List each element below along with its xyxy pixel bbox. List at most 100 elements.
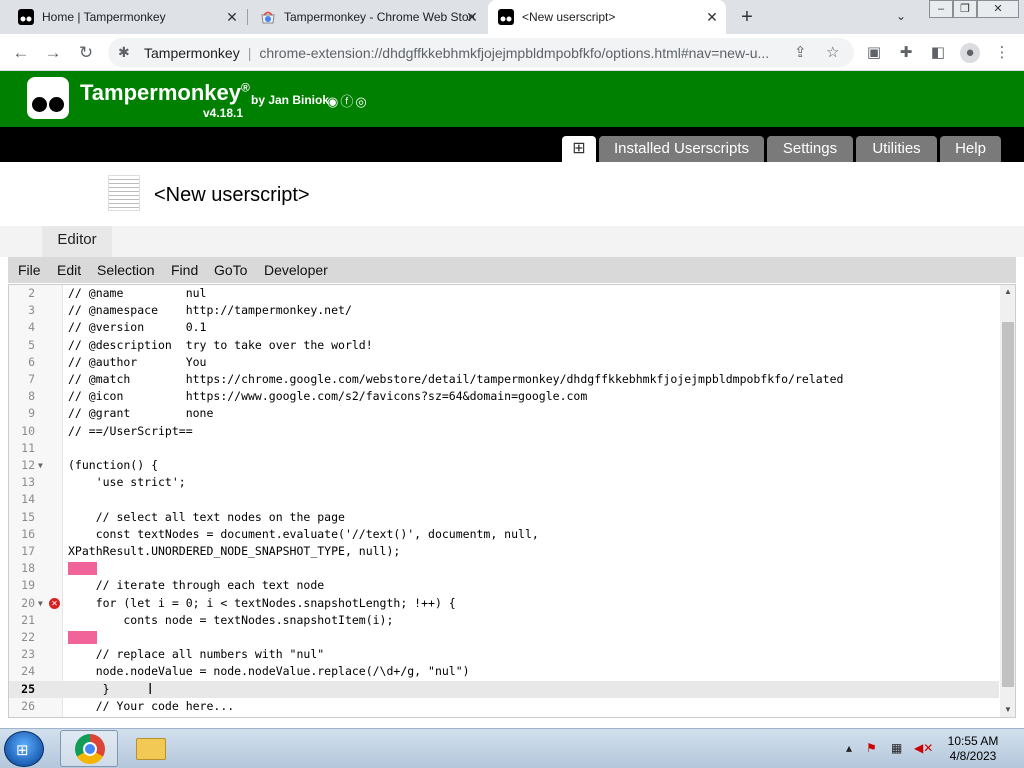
tab-title: <New userscript> bbox=[522, 10, 616, 24]
tampermonkey-nav: ⊞ Installed Userscripts Settings Utiliti… bbox=[0, 127, 1024, 162]
editor-scrollbar[interactable]: ▲ ▼ bbox=[1000, 285, 1015, 717]
code-line[interactable]: 16 const textNodes = document.evaluate('… bbox=[9, 526, 999, 543]
code-text: // @match https://chrome.google.com/webs… bbox=[68, 372, 844, 386]
scroll-up-arrow-icon[interactable]: ▲ bbox=[1000, 285, 1015, 299]
tab-settings[interactable]: Settings bbox=[767, 136, 853, 162]
code-text: 'use strict'; bbox=[68, 475, 186, 490]
tab-search-chevron-icon[interactable]: ⌄ bbox=[896, 9, 906, 23]
bookmark-star-icon[interactable]: ☆ bbox=[826, 43, 839, 61]
side-panel-icon[interactable]: ◧ bbox=[928, 43, 948, 63]
code-line[interactable]: 13 'use strict'; bbox=[9, 474, 999, 491]
code-line[interactable]: 19 // iterate through each text node bbox=[9, 577, 999, 594]
share-icon[interactable]: ⇪ bbox=[794, 43, 807, 61]
profile-avatar-icon[interactable]: ● bbox=[960, 43, 980, 63]
close-tab-icon[interactable]: ✕ bbox=[704, 9, 720, 25]
code-line[interactable]: 21 conts node = textNodes.snapshotItem(i… bbox=[9, 612, 999, 629]
taskbar-explorer[interactable] bbox=[122, 730, 180, 767]
line-number: 6 bbox=[28, 354, 35, 369]
author-credit: by Jan Biniok bbox=[251, 93, 330, 107]
url-text[interactable]: chrome-extension://dhdgffkkebhmkfjojejmp… bbox=[259, 45, 799, 61]
code-text: // @grant none bbox=[68, 406, 214, 421]
line-number: 15 bbox=[21, 509, 35, 524]
code-line[interactable]: 14 bbox=[9, 491, 999, 508]
code-line[interactable]: 11 bbox=[9, 440, 999, 457]
tampermonkey-extension-icon[interactable]: ▣ bbox=[864, 43, 884, 63]
menu-goto[interactable]: GoTo bbox=[214, 262, 247, 278]
code-text: // select all text nodes on the page bbox=[68, 509, 345, 524]
browser-tab-webstore[interactable]: Tampermonkey - Chrome Web Store ✕ bbox=[250, 0, 486, 34]
code-text: XPathResult.UNORDERED_NODE_SNAPSHOT_TYPE… bbox=[68, 544, 401, 558]
close-tab-icon[interactable]: ✕ bbox=[464, 9, 480, 25]
code-line[interactable]: 22 bbox=[9, 629, 999, 646]
fold-arrow-icon[interactable]: ▼ bbox=[38, 595, 43, 612]
code-line[interactable]: 17 XPathResult.UNORDERED_NODE_SNAPSHOT_TY… bbox=[9, 543, 999, 560]
scroll-down-arrow-icon[interactable]: ▼ bbox=[1000, 703, 1015, 717]
menu-file[interactable]: File bbox=[18, 262, 41, 278]
back-arrow-icon[interactable]: ← bbox=[10, 42, 32, 64]
code-line[interactable]: 2 // @name nul bbox=[9, 285, 999, 302]
menu-selection[interactable]: Selection bbox=[97, 262, 155, 278]
tab-utilities[interactable]: Utilities bbox=[856, 136, 937, 162]
code-line[interactable]: 15 // select all text nodes on the page bbox=[9, 509, 999, 526]
new-tab-button[interactable]: + bbox=[736, 7, 758, 29]
close-tab-icon[interactable]: ✕ bbox=[224, 9, 240, 25]
facebook-icon[interactable]: ⓕ bbox=[340, 94, 355, 109]
code-line[interactable]: 26 // Your code here... bbox=[9, 698, 999, 715]
code-line[interactable]: 18 bbox=[9, 560, 999, 577]
close-window-button[interactable]: ✕ bbox=[977, 0, 1019, 18]
scrollbar-thumb[interactable] bbox=[1002, 322, 1014, 687]
network-icon[interactable]: ▦ bbox=[891, 741, 902, 755]
line-number: 5 bbox=[28, 337, 35, 352]
forward-arrow-icon[interactable]: → bbox=[42, 42, 64, 64]
code-line[interactable]: 7 // @match https://chrome.google.com/web… bbox=[9, 371, 999, 388]
code-line[interactable]: 23 // replace all numbers with "nul" bbox=[9, 646, 999, 663]
code-line[interactable]: 20 ▼ ✕ for (let i = 0; i < textNodes.snaps… bbox=[9, 595, 999, 612]
extensions-puzzle-icon[interactable]: ✚ bbox=[896, 43, 916, 63]
code-line[interactable]: 4 // @version 0.1 bbox=[9, 319, 999, 336]
maximize-button[interactable]: ❐ bbox=[953, 0, 977, 18]
code-text: for (let i = 0; i < textNodes.snapshotLe… bbox=[68, 595, 456, 610]
code-line[interactable]: 8 // @icon https://www.google.com/s2/favi… bbox=[9, 388, 999, 405]
minimize-button[interactable]: ‒ bbox=[929, 0, 953, 18]
new-script-tab[interactable]: ⊞ bbox=[562, 136, 596, 162]
tab-title: Tampermonkey - Chrome Web Store bbox=[284, 10, 474, 24]
browser-tab-home[interactable]: Home | Tampermonkey ✕ bbox=[8, 0, 246, 34]
menu-developer[interactable]: Developer bbox=[264, 262, 328, 278]
code-line[interactable]: 25 } bbox=[9, 680, 999, 698]
system-clock[interactable]: 10:55 AM 4/8/2023 bbox=[940, 734, 1006, 764]
fold-arrow-icon[interactable]: ▼ bbox=[38, 457, 43, 474]
browser-tab-new-userscript[interactable]: <New userscript> ✕ bbox=[488, 0, 726, 34]
address-bar[interactable]: ✱ Tampermonkey | chrome-extension://dhdg… bbox=[108, 38, 854, 67]
code-editor[interactable]: 2 // @name nul 3 // @namespace http://tampe… bbox=[8, 284, 1016, 718]
clock-time: 10:55 AM bbox=[947, 734, 999, 748]
show-hidden-icon[interactable]: ▴ bbox=[846, 741, 852, 755]
menu-edit[interactable]: Edit bbox=[57, 262, 81, 278]
trailing-whitespace-highlight bbox=[68, 631, 97, 644]
version-label: v4.18.1 bbox=[203, 106, 244, 120]
chrome-menu-icon[interactable]: ⋮ bbox=[992, 43, 1012, 63]
tab-editor[interactable]: Editor bbox=[42, 226, 112, 257]
instagram-icon[interactable]: ◎ bbox=[355, 94, 368, 109]
code-line[interactable]: 6 // @author You bbox=[9, 354, 999, 371]
volume-muted-icon[interactable]: ◀✕ bbox=[914, 741, 933, 755]
code-line[interactable]: 12 ▼ (function() { bbox=[9, 457, 999, 474]
error-marker-icon[interactable]: ✕ bbox=[49, 597, 60, 609]
code-line[interactable]: 24 node.nodeValue = node.nodeValue.repla… bbox=[9, 663, 999, 680]
code-line[interactable]: 5 // @description try to take over the wo… bbox=[9, 337, 999, 354]
taskbar-chrome[interactable] bbox=[60, 730, 118, 767]
menu-find[interactable]: Find bbox=[171, 262, 198, 278]
code-line[interactable]: 10 // ==/UserScript== bbox=[9, 423, 999, 440]
windows-taskbar: ⊞ ▴ ⚑ ▦ ◀✕ 10:55 AM 4/8/2023 bbox=[0, 728, 1024, 768]
github-icon[interactable]: ◉ bbox=[327, 94, 340, 109]
code-text: // replace all numbers with "nul" bbox=[68, 647, 325, 662]
registered-mark: ® bbox=[240, 80, 250, 95]
reload-icon[interactable]: ↻ bbox=[75, 42, 97, 64]
code-line[interactable]: 3 // @namespace http://tampermonkey.net/ bbox=[9, 302, 999, 319]
address-divider: | bbox=[247, 44, 252, 61]
tampermonkey-header: Tampermonkey® by Jan Biniok ◉ⓕ◎ v4.18.1 bbox=[0, 71, 1024, 127]
code-line[interactable]: 9 // @grant none bbox=[9, 405, 999, 422]
tab-help[interactable]: Help bbox=[940, 136, 1001, 162]
start-button[interactable]: ⊞ bbox=[4, 731, 44, 767]
tab-installed-userscripts[interactable]: Installed Userscripts bbox=[599, 136, 764, 162]
action-center-icon[interactable]: ⚑ bbox=[866, 741, 877, 755]
